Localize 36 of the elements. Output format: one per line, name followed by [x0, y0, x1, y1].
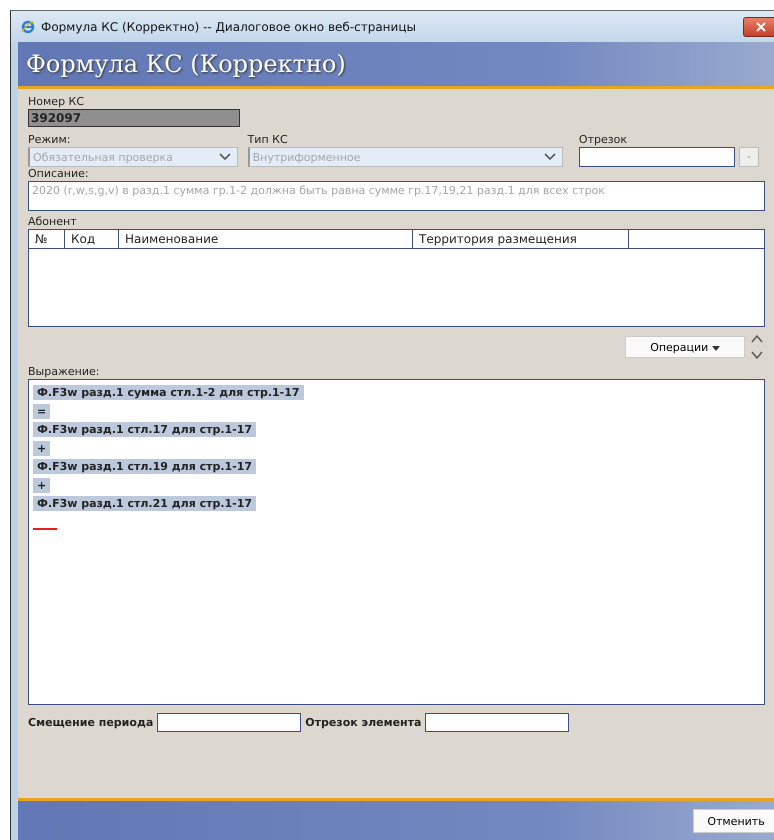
operations-button[interactable]: Операции [625, 336, 745, 358]
expression-token[interactable]: = [33, 404, 50, 418]
browser-icon [21, 20, 35, 34]
expression-token[interactable]: Ф.F3w разд.1 сумма стл.1-2 для стр.1-17 [33, 385, 304, 400]
period-shift-field[interactable] [157, 713, 302, 732]
chevron-icon [544, 153, 556, 161]
cursor-mark [33, 528, 57, 530]
expression-token[interactable]: Ф.F3w разд.1 стл.17 для стр.1-17 [33, 422, 256, 437]
expression-token[interactable]: + [33, 440, 50, 456]
page-title: Формула КС (Корректно) [26, 50, 346, 78]
field-label: Тип КС [248, 133, 289, 147]
field-label: Описание: [28, 167, 90, 181]
close-button[interactable] [743, 16, 774, 36]
caret-icon [712, 346, 720, 350]
column-header[interactable]: № [29, 230, 65, 248]
chevron-icon [218, 153, 231, 161]
expression-editor[interactable]: Ф.F3w разд.1 сумма стл.1-2 для стр.1-17 = Ф.F3w разд.1 стл.17 для стр.1-17 + Ф.F3w разд.1 стл.19 для стр.1-17 + Ф.F3w разд.1 стл.21 для стр.1-17 [28, 379, 765, 705]
field-label: Выражение: [28, 365, 100, 379]
cancel-button[interactable]: Отменить [693, 809, 774, 833]
field-label: Номер КС [28, 95, 86, 109]
element-segment-field[interactable] [425, 713, 570, 732]
window-title: Формула КС (Корректно) -- Диалоговое окно веб-страницы [41, 20, 416, 34]
field-label: Режим: [28, 133, 72, 147]
expression-token[interactable]: + [33, 478, 50, 492]
column-header[interactable]: Код [65, 230, 119, 248]
field-label: Отрезок [578, 133, 628, 147]
expression-token[interactable]: Ф.F3w разд.1 стл.19 для стр.1-17 [33, 459, 256, 474]
field-label: Отрезок элемента [305, 716, 422, 729]
column-header[interactable]: Наименование [119, 230, 413, 248]
field-label: Смещение периода [28, 716, 154, 729]
close-icon [756, 22, 766, 32]
field-label: Абонент [28, 215, 78, 229]
expression-token[interactable]: Ф.F3w разд.1 стл.21 для стр.1-17 [33, 496, 256, 511]
column-header[interactable]: Территория размещения [413, 230, 629, 248]
number-field: 392097 [28, 109, 240, 127]
segment-field[interactable] [578, 147, 735, 167]
